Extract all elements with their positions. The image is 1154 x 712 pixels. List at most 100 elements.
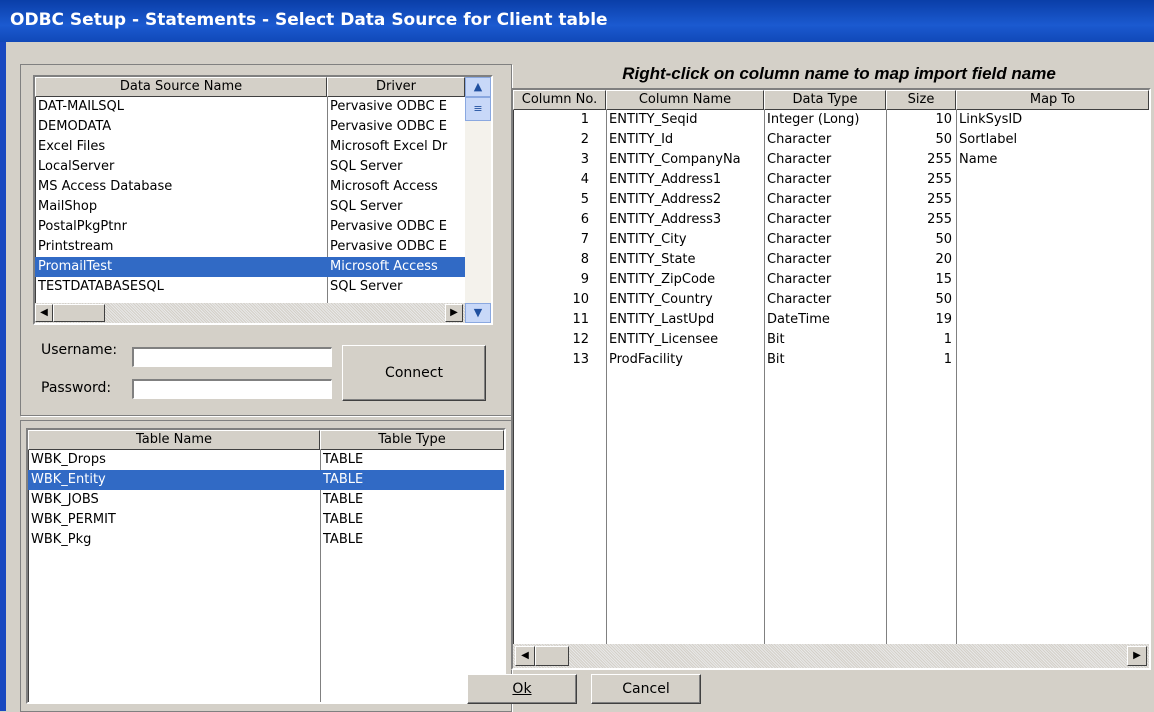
column-row[interactable]: 3 ENTITY_CompanyNa Character 255 Name (513, 150, 1149, 170)
table-row[interactable]: WBK_Entity TABLE (28, 470, 504, 490)
column-cell-size: 10 (935, 112, 952, 127)
columns-scroll-left-button[interactable]: ◀ (515, 646, 535, 666)
datasource-row[interactable]: MS Access Database Microsoft Access (35, 177, 465, 197)
column-cell-type: Character (767, 172, 832, 187)
column-cell-name: ENTITY_Address3 (609, 212, 722, 227)
datasource-row[interactable]: DAT-MAILSQL Pervasive ODBC E (35, 97, 465, 117)
column-cell-type: Character (767, 212, 832, 227)
column-cell-type: Character (767, 152, 832, 167)
datasource-scroll-up-button[interactable]: ▲ (465, 77, 491, 97)
column-cell-no: 1 (580, 112, 589, 127)
datasource-row[interactable]: TESTDATABASESQL SQL Server (35, 277, 465, 297)
column-row[interactable]: 4 ENTITY_Address1 Character 255 (513, 170, 1149, 190)
column-cell-name: ENTITY_ZipCode (609, 272, 716, 287)
window-title: ODBC Setup - Statements - Select Data So… (10, 10, 608, 30)
column-cell-size: 255 (927, 152, 952, 167)
datasource-cell-driver: SQL Server (330, 199, 403, 214)
columns-scroll-right-button[interactable]: ▶ (1127, 646, 1147, 666)
password-label: Password: (41, 380, 112, 396)
datasource-cell-driver: Microsoft Excel Dr (330, 139, 448, 154)
datasource-vscroll-thumb[interactable]: ≡ (465, 97, 491, 121)
column-cell-mapto (956, 350, 1149, 370)
table-cell-type: TABLE (323, 532, 364, 547)
column-cell-type: Character (767, 192, 832, 207)
column-row[interactable]: 6 ENTITY_Address3 Character 255 (513, 210, 1149, 230)
columns-grid[interactable]: Column No. Column Name Data Type Size Ma… (511, 88, 1151, 670)
columns-hscroll-thumb[interactable] (535, 646, 569, 666)
column-cell-mapto (956, 270, 1149, 290)
columns-header-type[interactable]: Data Type (764, 90, 886, 110)
column-row[interactable]: 13 ProdFacility Bit 1 (513, 350, 1149, 370)
columns-header-no[interactable]: Column No. (513, 90, 606, 110)
datasource-cell-driver: Pervasive ODBC E (330, 219, 447, 234)
datasource-list[interactable]: Data Source Name Driver DAT-MAILSQL Perva… (33, 75, 493, 325)
table-cell-type: TABLE (323, 492, 364, 507)
datasource-row[interactable]: LocalServer SQL Server (35, 157, 465, 177)
column-cell-mapto (956, 310, 1149, 330)
datasource-row[interactable]: MailShop SQL Server (35, 197, 465, 217)
datasource-row[interactable]: DEMODATA Pervasive ODBC E (35, 117, 465, 137)
datasource-hscroll-thumb[interactable] (53, 304, 105, 322)
column-row[interactable]: 1 ENTITY_Seqid Integer (Long) 10 LinkSysID (513, 110, 1149, 130)
columns-header-size[interactable]: Size (886, 90, 956, 110)
column-cell-no: 11 (572, 312, 589, 327)
column-cell-size: 50 (935, 232, 952, 247)
datasource-row[interactable]: Excel Files Microsoft Excel Dr (35, 137, 465, 157)
column-cell-name: ProdFacility (609, 352, 683, 367)
ok-button[interactable]: Ok (467, 674, 577, 704)
column-cell-type: Character (767, 132, 832, 147)
table-row[interactable]: WBK_PERMIT TABLE (28, 510, 504, 530)
column-cell-no: 10 (572, 292, 589, 307)
datasource-cell-driver: Microsoft Access (330, 179, 438, 194)
datasource-row[interactable]: Printstream Pervasive ODBC E (35, 237, 465, 257)
tables-list[interactable]: Table Name Table Type WBK_Drops TABLE WBK_… (26, 428, 506, 704)
column-row[interactable]: 8 ENTITY_State Character 20 (513, 250, 1149, 270)
window-titlebar: ODBC Setup - Statements - Select Data So… (0, 0, 1154, 42)
datasource-scroll-down-button[interactable]: ▼ (465, 303, 491, 323)
column-cell-size: 19 (935, 312, 952, 327)
columns-header-name[interactable]: Column Name (606, 90, 764, 110)
column-cell-size: 255 (927, 192, 952, 207)
columns-hscroll-track[interactable] (513, 644, 1149, 668)
columns-header-mapto[interactable]: Map To (956, 90, 1149, 110)
table-cell-name: WBK_Pkg (31, 532, 92, 547)
column-row[interactable]: 11 ENTITY_LastUpd DateTime 19 (513, 310, 1149, 330)
datasource-cell-driver: Microsoft Access (330, 259, 438, 274)
datasource-cell-driver: SQL Server (330, 279, 403, 294)
datasource-row[interactable]: PromailTest Microsoft Access (35, 257, 465, 277)
datasource-row[interactable]: PostalPkgPtnr Pervasive ODBC E (35, 217, 465, 237)
column-cell-type: Character (767, 252, 832, 267)
datasource-vscroll-track[interactable] (465, 97, 491, 303)
column-row[interactable]: 12 ENTITY_Licensee Bit 1 (513, 330, 1149, 350)
column-cell-mapto: Name (959, 152, 998, 167)
column-cell-mapto (956, 230, 1149, 250)
datasource-cell-name: Printstream (38, 239, 114, 254)
table-cell-name: WBK_PERMIT (31, 512, 116, 527)
datasource-header-name[interactable]: Data Source Name (35, 77, 327, 97)
datasource-cell-driver: Pervasive ODBC E (330, 239, 447, 254)
column-row[interactable]: 9 ENTITY_ZipCode Character 15 (513, 270, 1149, 290)
column-row[interactable]: 10 ENTITY_Country Character 50 (513, 290, 1149, 310)
column-cell-mapto: LinkSysID (959, 112, 1023, 127)
password-input[interactable] (132, 379, 332, 399)
column-cell-mapto (956, 210, 1149, 230)
datasource-header-driver[interactable]: Driver (327, 77, 465, 97)
username-input[interactable] (132, 347, 332, 367)
column-cell-size: 50 (935, 132, 952, 147)
column-cell-mapto (956, 290, 1149, 310)
table-row[interactable]: WBK_JOBS TABLE (28, 490, 504, 510)
datasource-scroll-right-button[interactable]: ▶ (445, 304, 463, 322)
connect-button[interactable]: Connect (342, 345, 486, 401)
column-row[interactable]: 2 ENTITY_Id Character 50 Sortlabel (513, 130, 1149, 150)
table-row[interactable]: WBK_Pkg TABLE (28, 530, 504, 550)
cancel-button[interactable]: Cancel (591, 674, 701, 704)
column-cell-size: 20 (935, 252, 952, 267)
column-row[interactable]: 7 ENTITY_City Character 50 (513, 230, 1149, 250)
column-row[interactable]: 5 ENTITY_Address2 Character 255 (513, 190, 1149, 210)
tables-header-name[interactable]: Table Name (28, 430, 320, 450)
table-row[interactable]: WBK_Drops TABLE (28, 450, 504, 470)
datasource-cell-name: MS Access Database (38, 179, 173, 194)
tables-header-type[interactable]: Table Type (320, 430, 504, 450)
datasource-scroll-left-button[interactable]: ◀ (35, 304, 53, 322)
column-cell-type: Bit (767, 332, 785, 347)
